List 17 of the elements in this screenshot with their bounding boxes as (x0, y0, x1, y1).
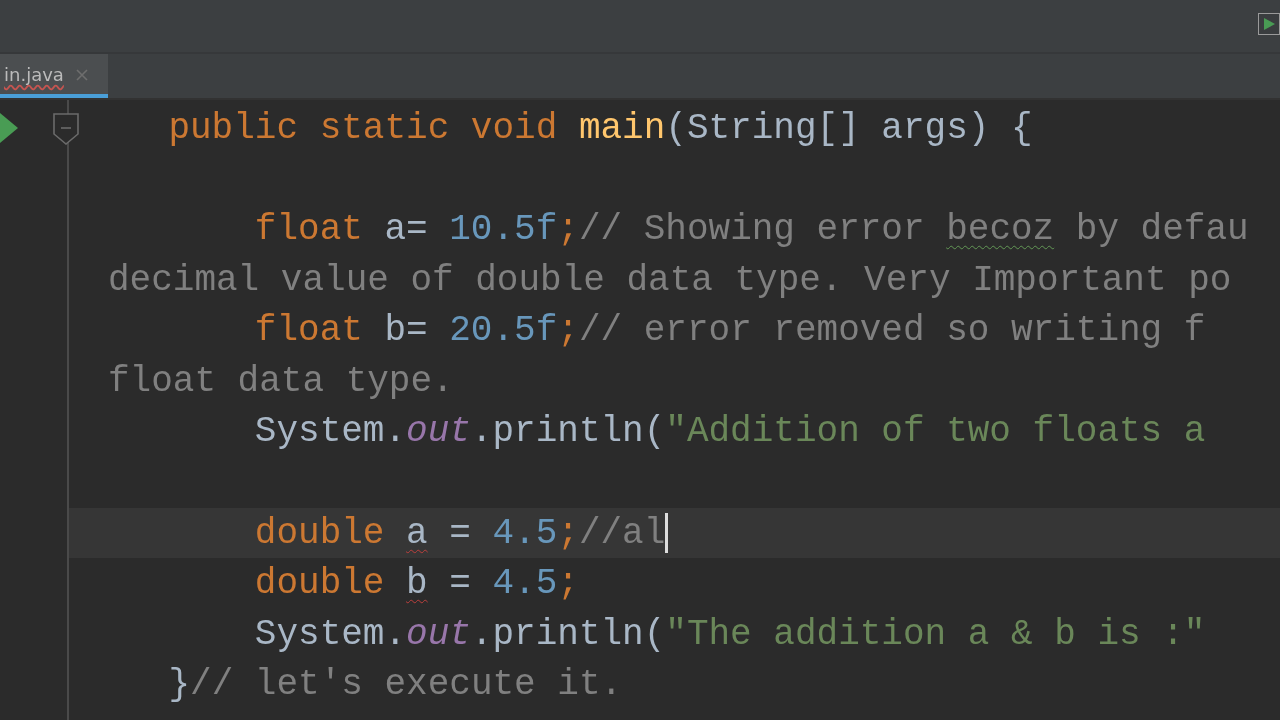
run-button[interactable] (1258, 13, 1280, 35)
fold-icon[interactable] (52, 112, 80, 146)
code-line: float b= 20.5f;// error removed so writing f (253, 310, 1206, 352)
code-line: double a = 4.5;//al (82, 512, 669, 554)
code-line: double b = 4.5; (253, 563, 579, 605)
editor-tab[interactable]: in.java (0, 54, 108, 98)
code-line: }// let's execute it. (167, 664, 623, 706)
tab-label: in.java (4, 63, 64, 85)
play-icon (1262, 17, 1276, 31)
code-line: System.out.println("Addition of two floats a (253, 411, 1206, 453)
code-line: public static void main(String[] args) { (167, 107, 1033, 149)
code-line: float a= 10.5f;// Showing error becoz by defau (253, 209, 1249, 250)
code-line: decimal value of double data type. Very Important po (108, 259, 1232, 301)
run-icon[interactable] (0, 113, 20, 143)
code-line: float data type. (108, 360, 454, 402)
text-cursor (665, 513, 669, 554)
code-line: System.out.println("The addition a & b is :" (253, 613, 1206, 655)
